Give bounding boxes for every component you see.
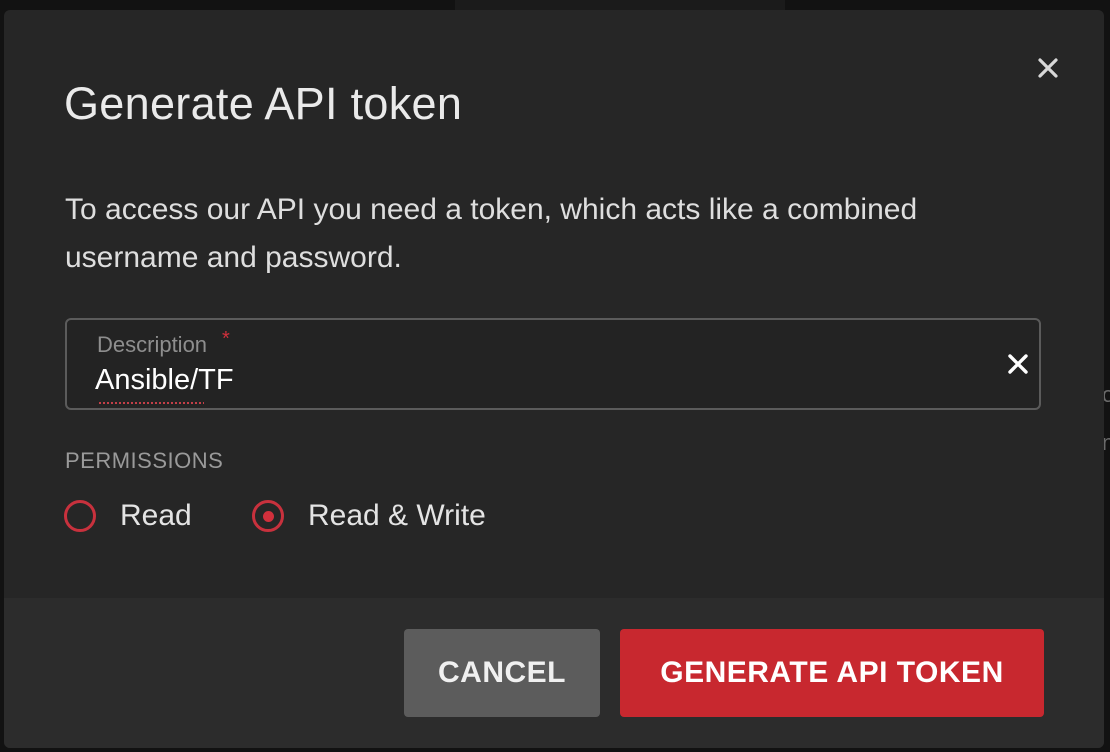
close-button[interactable]	[1032, 52, 1064, 84]
background-strip	[455, 0, 785, 10]
radio-checked-icon[interactable]	[252, 500, 284, 532]
description-input[interactable]	[95, 360, 955, 400]
dialog-description: To access our API you need a token, whic…	[65, 193, 918, 274]
description-field[interactable]: Description *	[65, 318, 1041, 410]
close-icon	[1038, 58, 1058, 78]
clear-input-button[interactable]	[1007, 353, 1029, 375]
generate-api-token-button[interactable]: GENERATE API TOKEN	[620, 629, 1044, 717]
dialog-title: Generate API token	[64, 78, 463, 129]
clear-icon	[1008, 354, 1028, 374]
radio-unchecked-icon[interactable]	[64, 500, 96, 532]
radio-read-label: Read	[120, 499, 192, 532]
cancel-button[interactable]: CANCEL	[404, 629, 600, 717]
radio-read-write-label: Read & Write	[308, 499, 486, 532]
generate-api-token-dialog: Generate API token To access our API you…	[4, 10, 1104, 748]
radio-read[interactable]: Read	[64, 496, 192, 536]
description-label: Description	[97, 332, 208, 357]
required-marker: *	[222, 328, 230, 350]
radio-read-write[interactable]: Read & Write	[252, 496, 486, 536]
spellcheck-underline	[98, 402, 204, 404]
permissions-label: PERMISSIONS	[65, 448, 224, 473]
